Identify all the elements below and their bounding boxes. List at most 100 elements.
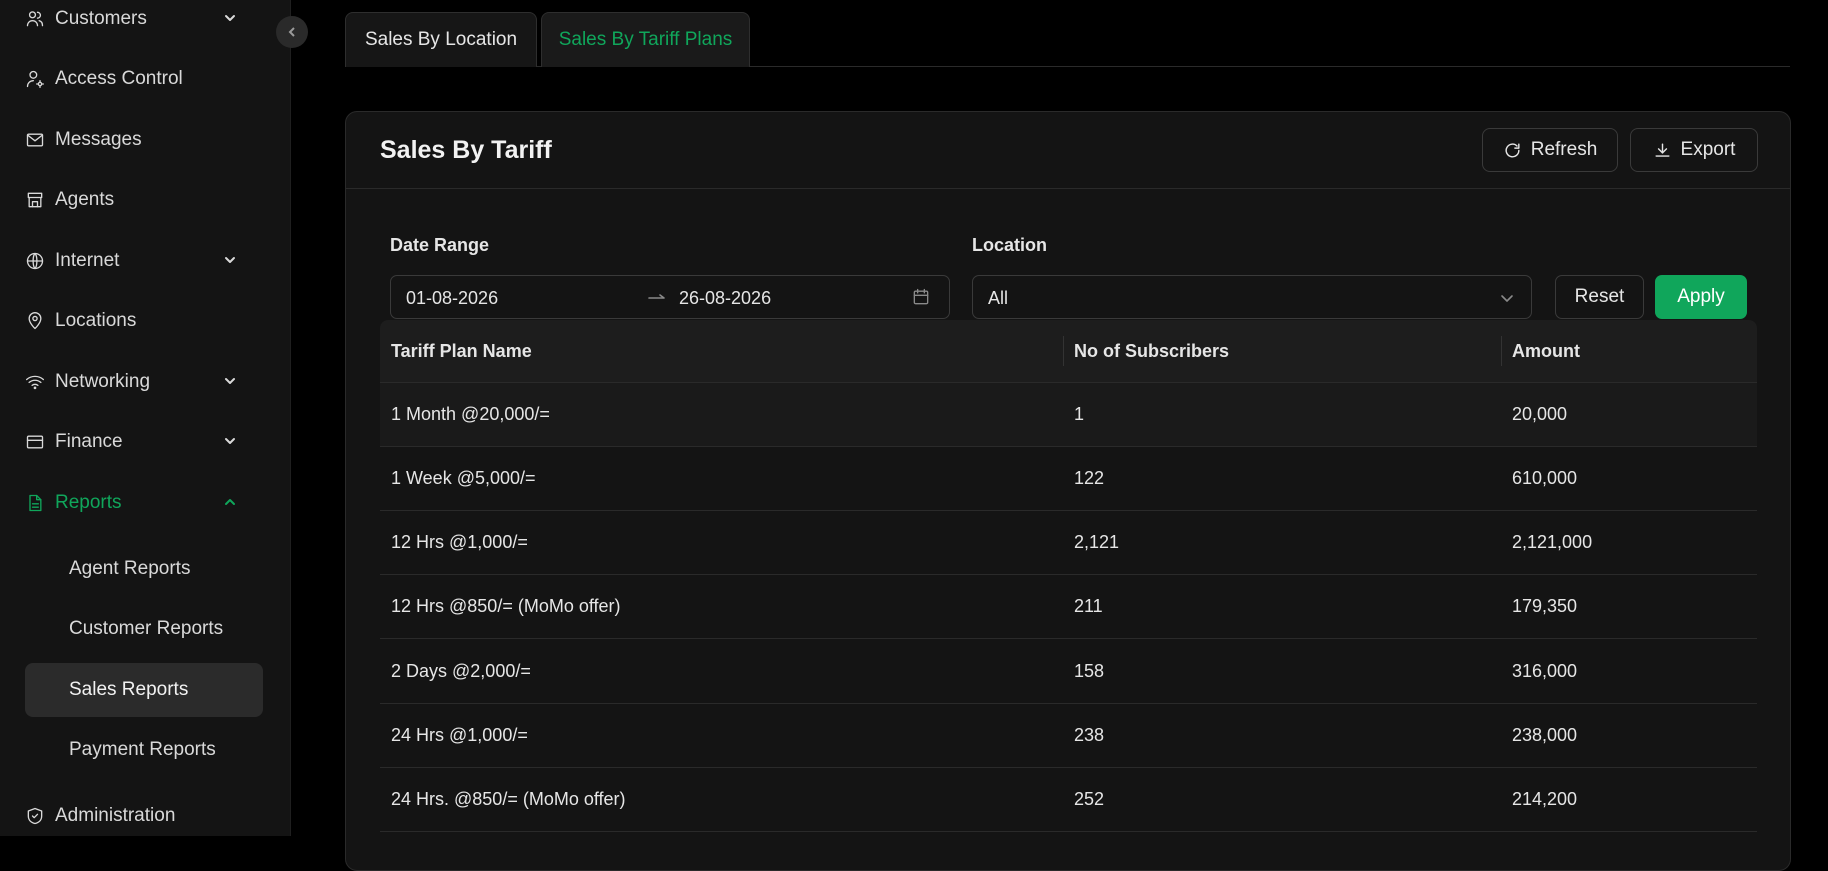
sidebar-subitem-label: Customer Reports bbox=[69, 618, 224, 639]
cell-amount: 2,121,000 bbox=[1512, 532, 1593, 552]
sidebar-item-label: Access Control bbox=[55, 68, 183, 89]
end-date-input[interactable]: 26-08-2026 bbox=[679, 288, 771, 309]
cell-tariff-plan-name: 12 Hrs @850/= (MoMo offer) bbox=[391, 596, 621, 616]
table-row[interactable]: 1 Month @20,000/= 1 20,000 bbox=[380, 383, 1757, 447]
chevron-down-icon bbox=[222, 373, 238, 389]
cell-tariff-plan-name: 1 Week @5,000/= bbox=[391, 468, 536, 488]
column-header-tariff-plan-name: Tariff Plan Name bbox=[391, 341, 532, 361]
wifi-icon bbox=[24, 371, 46, 393]
chevron-left-icon bbox=[286, 26, 298, 38]
export-label: Export bbox=[1680, 139, 1736, 160]
sidebar-subitem-label: Agent Reports bbox=[69, 558, 191, 579]
sidebar-item-label: Administration bbox=[55, 805, 176, 826]
location-label: Location bbox=[972, 235, 1047, 255]
tab-sales-by-tariff-plans[interactable]: Sales By Tariff Plans bbox=[541, 12, 750, 67]
cell-amount: 20,000 bbox=[1512, 404, 1568, 424]
cell-no-of-subscribers: 2,121 bbox=[1074, 532, 1120, 552]
sidebar-item-finance[interactable]: Finance bbox=[24, 418, 264, 466]
sidebar-item-label: Messages bbox=[55, 129, 142, 150]
cell-no-of-subscribers: 252 bbox=[1074, 789, 1105, 809]
cell-no-of-subscribers: 1 bbox=[1074, 404, 1085, 424]
globe-icon bbox=[24, 250, 46, 272]
column-divider bbox=[1063, 336, 1064, 366]
start-date-input[interactable]: 01-08-2026 bbox=[406, 288, 498, 309]
sidebar-subitem-payment-reports[interactable]: Payment Reports bbox=[25, 723, 263, 777]
sidebar: Customers Access Control Messages Agents… bbox=[0, 0, 291, 836]
wallet-icon bbox=[24, 431, 46, 453]
sidebar-item-agents[interactable]: Agents bbox=[24, 176, 264, 224]
card-title: Sales By Tariff bbox=[380, 136, 552, 164]
cell-no-of-subscribers: 238 bbox=[1074, 725, 1105, 745]
cell-tariff-plan-name: 1 Month @20,000/= bbox=[391, 404, 550, 424]
table-row[interactable]: 24 Hrs. @850/= (MoMo offer) 252 214,200 bbox=[380, 768, 1757, 832]
sidebar-collapse-button[interactable] bbox=[276, 16, 308, 48]
sidebar-item-administration[interactable]: Administration bbox=[24, 792, 264, 840]
cell-amount: 179,350 bbox=[1512, 596, 1578, 616]
sidebar-item-reports[interactable]: Reports bbox=[24, 479, 264, 527]
sidebar-item-internet[interactable]: Internet bbox=[24, 237, 264, 285]
sidebar-item-label: Networking bbox=[55, 371, 151, 392]
cell-amount: 610,000 bbox=[1512, 468, 1578, 488]
refresh-icon bbox=[1503, 141, 1522, 160]
sidebar-item-networking[interactable]: Networking bbox=[24, 358, 264, 406]
sidebar-item-access-control[interactable]: Access Control bbox=[24, 55, 264, 103]
tab-label: Sales By Tariff Plans bbox=[558, 29, 733, 50]
sidebar-item-label: Locations bbox=[55, 310, 137, 331]
customers-icon bbox=[24, 8, 46, 30]
location-pin-icon bbox=[24, 310, 46, 332]
sidebar-subitem-agent-reports[interactable]: Agent Reports bbox=[25, 542, 263, 596]
refresh-button[interactable]: Refresh bbox=[1482, 128, 1618, 172]
cell-amount: 238,000 bbox=[1512, 725, 1578, 745]
sidebar-item-label: Internet bbox=[55, 250, 120, 271]
sidebar-item-label: Reports bbox=[55, 492, 122, 513]
column-header-no-of-subscribers: No of Subscribers bbox=[1074, 341, 1230, 361]
table-row[interactable]: 1 Week @5,000/= 122 610,000 bbox=[380, 447, 1757, 511]
cell-no-of-subscribers: 158 bbox=[1074, 661, 1105, 681]
sidebar-item-locations[interactable]: Locations bbox=[24, 297, 264, 345]
sidebar-subitem-customer-reports[interactable]: Customer Reports bbox=[25, 602, 263, 656]
table-header: Tariff Plan Name No of Subscribers Amoun… bbox=[380, 320, 1757, 383]
tab-label: Sales By Location bbox=[364, 29, 518, 50]
chevron-down-icon bbox=[222, 252, 238, 268]
sidebar-item-customers[interactable]: Customers bbox=[24, 0, 264, 43]
cell-no-of-subscribers: 122 bbox=[1074, 468, 1105, 488]
cell-tariff-plan-name: 24 Hrs. @850/= (MoMo offer) bbox=[391, 789, 626, 809]
report-icon bbox=[24, 492, 46, 514]
store-icon bbox=[24, 189, 46, 211]
sidebar-item-label: Customers bbox=[55, 8, 147, 29]
tab-sales-by-location[interactable]: Sales By Location bbox=[345, 12, 537, 67]
sidebar-item-label: Agents bbox=[55, 189, 115, 210]
table-row[interactable]: 12 Hrs @1,000/= 2,121 2,121,000 bbox=[380, 511, 1757, 575]
column-divider bbox=[1501, 336, 1502, 366]
sidebar-subitem-label: Sales Reports bbox=[69, 679, 189, 700]
date-range-label: Date Range bbox=[390, 235, 490, 255]
sidebar-item-messages[interactable]: Messages bbox=[24, 116, 264, 164]
report-tabs: Sales By Location Sales By Tariff Plans bbox=[345, 12, 1790, 67]
shield-icon bbox=[24, 805, 46, 827]
table-row[interactable]: 12 Hrs @850/= (MoMo offer) 211 179,350 bbox=[380, 575, 1757, 639]
table-row[interactable]: 2 Days @2,000/= 158 316,000 bbox=[380, 640, 1757, 704]
card-header: Sales By Tariff Refresh Export bbox=[346, 112, 1790, 189]
sidebar-item-label: Finance bbox=[55, 431, 123, 452]
apply-button[interactable]: Apply bbox=[1655, 275, 1747, 319]
sales-by-tariff-card: Sales By Tariff Refresh Export Date Rang… bbox=[345, 111, 1791, 871]
mail-icon bbox=[24, 129, 46, 151]
chevron-down-icon bbox=[222, 433, 238, 449]
export-button[interactable]: Export bbox=[1630, 128, 1758, 172]
cell-tariff-plan-name: 2 Days @2,000/= bbox=[391, 661, 531, 681]
download-icon bbox=[1653, 141, 1672, 160]
sidebar-subitem-label: Payment Reports bbox=[69, 739, 216, 760]
cell-amount: 214,200 bbox=[1512, 789, 1578, 809]
location-selected-value: All bbox=[988, 288, 1009, 308]
refresh-label: Refresh bbox=[1530, 139, 1598, 160]
date-range-picker[interactable]: 01-08-2026 26-08-2026 bbox=[390, 275, 950, 319]
column-header-amount: Amount bbox=[1512, 341, 1580, 361]
cell-no-of-subscribers: 211 bbox=[1074, 596, 1103, 616]
location-select[interactable]: All bbox=[972, 275, 1532, 319]
cell-amount: 316,000 bbox=[1512, 661, 1578, 681]
chevron-down-icon bbox=[222, 10, 238, 26]
reset-button[interactable]: Reset bbox=[1555, 275, 1644, 319]
cell-tariff-plan-name: 12 Hrs @1,000/= bbox=[391, 532, 528, 552]
sidebar-subitem-sales-reports[interactable]: Sales Reports bbox=[25, 663, 263, 717]
table-row[interactable]: 24 Hrs @1,000/= 238 238,000 bbox=[380, 704, 1757, 768]
